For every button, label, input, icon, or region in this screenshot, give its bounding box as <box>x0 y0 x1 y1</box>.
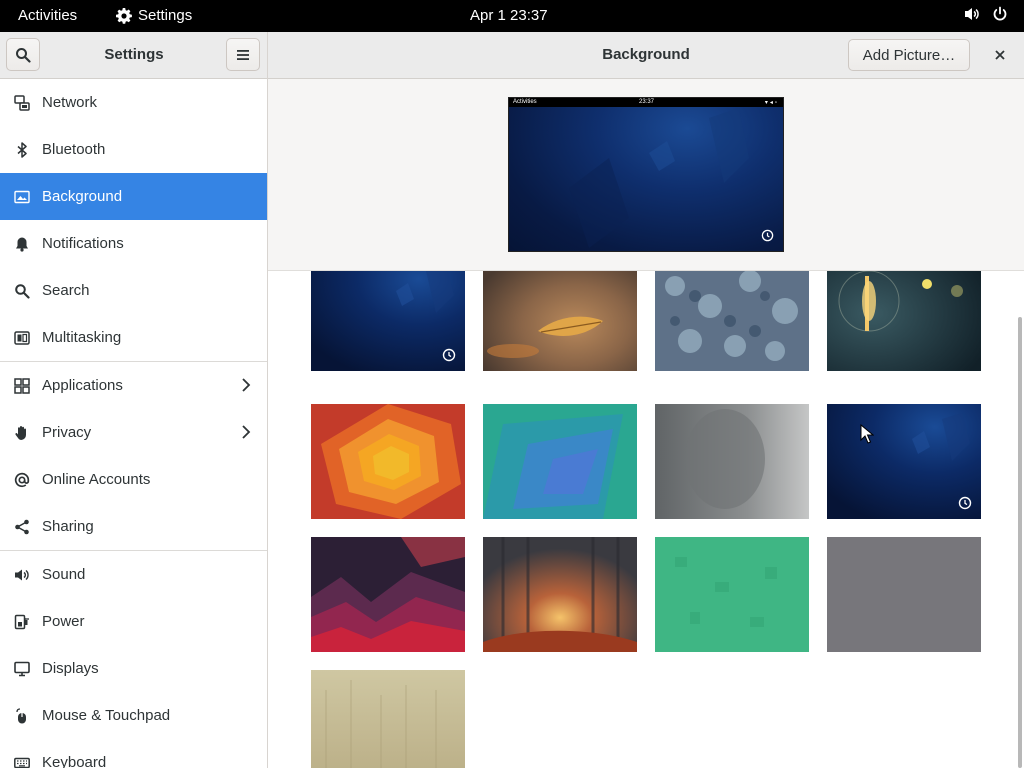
speaker-icon <box>13 566 31 584</box>
search-icon <box>13 282 31 300</box>
sidebar-item-notifications[interactable]: Notifications <box>0 220 267 267</box>
sidebar-item-label: Search <box>42 282 90 299</box>
close-button[interactable] <box>990 45 1010 65</box>
hand-icon <box>13 424 31 442</box>
wallpaper-thumb[interactable] <box>483 404 637 519</box>
multitasking-icon <box>13 329 31 347</box>
scrollbar[interactable] <box>1018 317 1022 768</box>
gear-icon <box>116 7 132 24</box>
sidebar-item-displays[interactable]: Displays <box>0 645 267 692</box>
sidebar-item-label: Network <box>42 94 98 111</box>
chevron-right-icon <box>242 378 251 392</box>
mouse-icon <box>13 707 31 725</box>
sidebar-item-sound[interactable]: Sound <box>0 551 267 598</box>
sidebar-item-online-accounts[interactable]: Online Accounts <box>0 456 267 503</box>
sidebar-item-label: Keyboard <box>42 754 107 768</box>
display-icon <box>13 660 31 678</box>
preview-tray-icons: ▾◂▫ <box>764 100 779 106</box>
sidebar: Settings Network Bluetooth Background No… <box>0 32 268 768</box>
wallpaper-thumb[interactable] <box>655 271 809 371</box>
app-menu[interactable]: Settings <box>116 7 192 24</box>
keyboard-icon <box>13 754 31 768</box>
share-icon <box>13 518 31 536</box>
sidebar-item-sharing[interactable]: Sharing <box>0 503 267 550</box>
app-name: Settings <box>138 7 193 24</box>
wallpaper-thumb[interactable] <box>311 670 465 768</box>
wallpaper-thumb[interactable] <box>311 271 465 371</box>
sidebar-item-mouse-touchpad[interactable]: Mouse & Touchpad <box>0 692 267 739</box>
wallpaper-thumb[interactable] <box>655 537 809 652</box>
wallpaper-grid <box>268 271 1024 768</box>
sidebar-item-label: Sharing <box>42 518 94 535</box>
wallpaper-thumb[interactable] <box>827 271 981 371</box>
wallpaper-thumb[interactable] <box>483 271 637 371</box>
wallpaper-thumb[interactable] <box>827 537 981 652</box>
sidebar-item-keyboard[interactable]: Keyboard <box>0 739 267 768</box>
settings-window: Settings Network Bluetooth Background No… <box>0 32 1024 768</box>
sidebar-item-label: Background <box>42 188 123 205</box>
at-icon <box>13 471 31 489</box>
add-picture-button[interactable]: Add Picture… <box>848 39 970 71</box>
sidebar-item-background[interactable]: Background <box>0 173 267 220</box>
applications-icon <box>13 377 31 395</box>
wallpaper-thumb[interactable] <box>827 404 981 519</box>
sidebar-item-label: Displays <box>42 660 99 677</box>
sidebar-item-label: Bluetooth <box>42 141 106 158</box>
sidebar-item-label: Privacy <box>42 424 92 441</box>
top-bar: Activities Settings Apr 1 23:37 <box>0 0 1024 32</box>
preview-wallpaper <box>569 108 749 248</box>
sidebar-item-privacy[interactable]: Privacy <box>0 409 267 456</box>
bluetooth-icon <box>13 141 31 159</box>
sidebar-item-bluetooth[interactable]: Bluetooth <box>0 126 267 173</box>
bell-icon <box>13 235 31 253</box>
sidebar-item-power[interactable]: Power <box>0 598 267 645</box>
sidebar-item-label: Applications <box>42 377 123 394</box>
volume-icon <box>965 8 979 20</box>
activities-button[interactable]: Activities <box>18 7 77 24</box>
power-plug-icon <box>13 613 31 631</box>
system-tray[interactable] <box>964 6 1008 22</box>
sidebar-item-label: Power <box>42 613 85 630</box>
sidebar-item-search[interactable]: Search <box>0 267 267 314</box>
background-preview-area: Activities 23:37 ▾◂▫ <box>268 79 1024 271</box>
background-preview: Activities 23:37 ▾◂▫ <box>508 97 784 252</box>
time-of-day-icon <box>442 348 456 362</box>
network-icon <box>13 94 31 112</box>
sidebar-item-applications[interactable]: Applications <box>0 362 267 409</box>
background-icon <box>13 188 31 206</box>
main-panel: Background Add Picture… Activities 23:37… <box>268 32 1024 768</box>
chevron-right-icon <box>242 425 251 439</box>
sidebar-item-label: Sound <box>42 566 86 583</box>
time-of-day-icon <box>958 496 972 510</box>
power-icon <box>993 6 1007 21</box>
sidebar-item-multitasking[interactable]: Multitasking <box>0 314 267 361</box>
wallpaper-thumb[interactable] <box>311 537 465 652</box>
wallpaper-thumb[interactable] <box>483 537 637 652</box>
main-menu-button[interactable] <box>226 38 260 71</box>
preview-activities: Activities <box>513 99 537 105</box>
sidebar-item-network[interactable]: Network <box>0 79 267 126</box>
main-header: Background Add Picture… <box>268 32 1024 79</box>
clock[interactable]: Apr 1 23:37 <box>470 7 548 24</box>
close-icon <box>995 50 1005 60</box>
wallpaper-thumb[interactable] <box>311 404 465 519</box>
sidebar-item-label: Multitasking <box>42 329 122 346</box>
sidebar-item-label: Online Accounts <box>42 471 151 488</box>
sidebar-item-label: Mouse & Touchpad <box>42 707 171 724</box>
sidebar-header: Settings <box>0 32 267 79</box>
sidebar-item-label: Notifications <box>42 235 124 252</box>
mouse-cursor-icon <box>860 424 874 444</box>
time-of-day-icon <box>761 229 774 242</box>
preview-clock: 23:37 <box>639 99 655 105</box>
preview-top-bar: Activities 23:37 ▾◂▫ <box>509 98 783 107</box>
wallpaper-thumb[interactable] <box>655 404 809 519</box>
hamburger-icon <box>237 49 249 60</box>
